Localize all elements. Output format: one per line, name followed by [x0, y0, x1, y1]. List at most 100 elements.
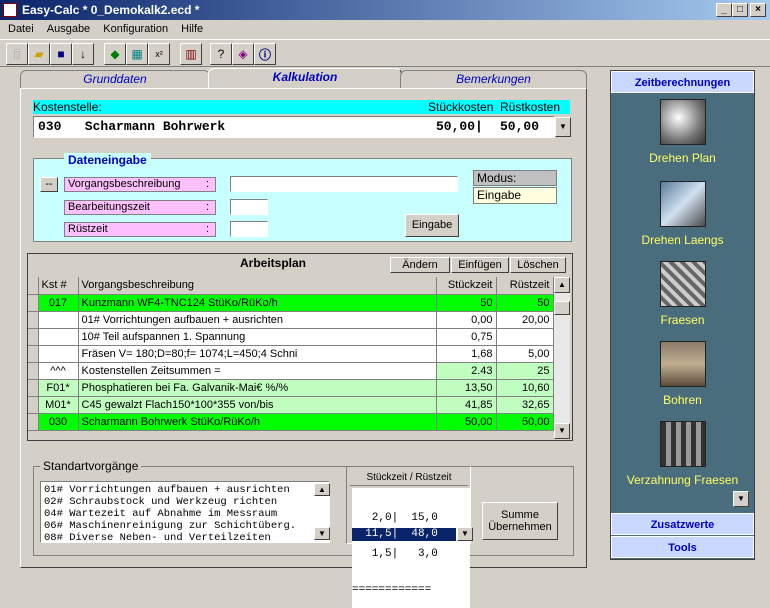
bearbeitungszeit-label: Bearbeitungszeit:: [64, 200, 216, 215]
bearbeitungszeit-input[interactable]: [230, 199, 268, 215]
list-item[interactable]: 02# Schraubstock und Werkzeug richten: [44, 496, 309, 508]
eingabe-button[interactable]: Eingabe: [405, 214, 459, 237]
standard-list[interactable]: 01# Vorrichtungen aufbauen + ausrichten …: [40, 481, 330, 543]
cell-ruestzeit: 25: [496, 362, 554, 380]
tab-kalkulation[interactable]: Kalkulation: [208, 68, 402, 89]
header-stueckzeit: Stückzeit: [436, 277, 497, 295]
sidebar-scroll-down-icon[interactable]: ▼: [733, 491, 749, 507]
close-button[interactable]: ×: [750, 3, 766, 17]
standard-scroll-up-icon[interactable]: ▲: [314, 483, 330, 496]
minimize-button[interactable]: _: [716, 3, 732, 17]
drill-icon: [659, 341, 706, 387]
vorgangsbeschreibung-input[interactable]: [230, 176, 458, 192]
einfuegen-button[interactable]: Einfügen: [451, 257, 509, 273]
scroll-down-icon[interactable]: ▼: [554, 423, 570, 439]
table-row[interactable]: F01* Phosphatieren bei Fa. Galvanik-Mai€ …: [28, 379, 554, 397]
formula-icon[interactable]: x²: [148, 43, 170, 65]
app-icon: [3, 3, 17, 17]
cell-vorgang: Kostenstellen Zeitsummen =: [78, 362, 437, 380]
summe-uebernehmen-button[interactable]: Summe Übernehmen: [482, 502, 558, 540]
save-icon[interactable]: ■: [50, 43, 72, 65]
table-row[interactable]: Fräsen V= 180;D=80;f= 1074;L=450;4 Schni…: [28, 345, 554, 363]
standard-title: Standartvorgänge: [40, 459, 142, 473]
cell-ruestzeit: 50: [496, 294, 554, 312]
maximize-button[interactable]: □: [732, 3, 748, 17]
import-icon[interactable]: ↓: [72, 43, 94, 65]
menu-hilfe[interactable]: Hilfe: [181, 23, 203, 35]
info-icon[interactable]: ⓘ: [254, 43, 276, 65]
menu-konfiguration[interactable]: Konfiguration: [103, 23, 168, 35]
table-row[interactable]: ^^^ Kostenstellen Zeitsummen = 2.43 25: [28, 362, 554, 380]
zeiten-dropdown-icon[interactable]: ▼: [457, 527, 473, 541]
cell-vorgang: 01# Vorrichtungen aufbauen + ausrichten: [78, 311, 437, 329]
zeiten-header: Stückzeit / Rüstzeit: [350, 472, 468, 486]
tab-bemerkungen[interactable]: Bemerkungen: [400, 70, 587, 88]
table-row[interactable]: 017 Kunzmann WF4-TNC124 StüKo/RüKo/h 50 50: [28, 294, 554, 312]
cube-icon[interactable]: ◆: [104, 43, 126, 65]
row-marker: [28, 413, 39, 431]
table-row[interactable]: M01* C45 gewalzt Flach150*100*355 von/bis…: [28, 396, 554, 414]
row-marker: [28, 362, 39, 380]
milling-cutter-icon: [659, 261, 706, 307]
table-row[interactable]: 10# Teil aufspannen 1. Spannung 0,75: [28, 328, 554, 346]
header-ruestzeit: Rüstzeit: [496, 277, 554, 295]
zeiten-selected[interactable]: 11,5| 48,0: [352, 528, 456, 541]
book-icon[interactable]: ◈: [232, 43, 254, 65]
scroll-thumb[interactable]: [554, 301, 570, 315]
row-marker: [28, 328, 39, 346]
chevron-down-icon[interactable]: ▼: [555, 117, 571, 137]
drehen-plan-item[interactable]: Drehen Plan: [611, 99, 754, 165]
table-row[interactable]: 01# Vorrichtungen aufbauen + ausrichten 0…: [28, 311, 554, 329]
arbeitsplan-scrollbar[interactable]: ▲ ▼: [554, 277, 570, 439]
ruestzeit-input[interactable]: [230, 221, 268, 237]
zeiten-line: 1,5| 3,0: [352, 548, 438, 560]
modus-label: Modus:: [473, 170, 557, 186]
list-item[interactable]: 04# Wartezeit auf Abnahme im Messraum: [44, 508, 309, 520]
bohren-item[interactable]: Bohren: [611, 341, 754, 407]
list-item[interactable]: 06# Maschinenreinigung zur Schichtüberg.: [44, 520, 309, 532]
zusatzwerte-button[interactable]: Zusatzwerte: [611, 513, 754, 535]
ruestkosten-value: 50,00: [500, 119, 540, 134]
dots-button[interactable]: --: [40, 177, 58, 192]
drehen-laengs-item[interactable]: Drehen Laengs: [611, 181, 754, 247]
tab-grunddaten[interactable]: Grunddaten: [20, 70, 210, 88]
stueckkosten-value: 50,00|: [436, 119, 483, 134]
zeiten-list[interactable]: 2,0| 15,0 1,5| 3,0 ============: [352, 488, 470, 608]
stueckkosten-label: Stückkosten: [428, 100, 494, 114]
kostenstelle-select[interactable]: 030 Scharmann Bohrwerk 50,00| 50,00: [33, 116, 555, 138]
chart-icon[interactable]: ▥: [180, 43, 202, 65]
open-folder-icon[interactable]: ▰: [28, 43, 50, 65]
cell-vorgang: Fräsen V= 180;D=80;f= 1074;L=450;4 Schni: [78, 345, 437, 363]
list-item[interactable]: 01# Vorrichtungen aufbauen + ausrichten: [44, 484, 309, 496]
help-icon[interactable]: ?: [210, 43, 232, 65]
aendern-button[interactable]: Ändern: [390, 257, 450, 273]
zeitberechnungen-header[interactable]: Zeitberechnungen: [611, 71, 754, 93]
cell-kst: 017: [38, 294, 79, 312]
standard-scroll-down-icon[interactable]: ▼: [314, 527, 330, 540]
title-bar: Easy-Calc * 0_Demokalk2.ecd *: [0, 0, 770, 20]
cell-kst: [38, 328, 79, 346]
zeiten-line: ============: [352, 584, 432, 596]
tools-button[interactable]: Tools: [611, 536, 754, 558]
list-item[interactable]: 08# Diverse Neben- und Verteilzeiten: [44, 532, 309, 542]
window-title: Easy-Calc * 0_Demokalk2.ecd *: [22, 3, 200, 17]
table-row[interactable]: 030 Scharmann Bohrwerk StüKo/RüKo/h 50,00 5…: [28, 413, 554, 431]
fraesen-item[interactable]: Fraesen: [611, 261, 754, 327]
lathe-icon: [659, 99, 706, 145]
menu-ausgabe[interactable]: Ausgabe: [47, 23, 90, 35]
cell-ruestzeit: 5,00: [496, 345, 554, 363]
kostenstelle-value: 030 Scharmann Bohrwerk: [38, 119, 226, 134]
new-file-icon[interactable]: ▯: [6, 43, 28, 65]
header-vorgang: Vorgangsbeschreibung: [78, 277, 437, 295]
verzahnung-fraesen-item[interactable]: Verzahnung Fraesen: [611, 421, 754, 487]
loeschen-button[interactable]: Löschen: [510, 257, 566, 273]
cell-ruestzeit: 50,00: [496, 413, 554, 431]
cell-stueckzeit: 0,75: [436, 328, 497, 346]
cell-kst: M01*: [38, 396, 79, 414]
cell-stueckzeit: 1,68: [436, 345, 497, 363]
calculator-icon[interactable]: ▦: [126, 43, 148, 65]
row-marker: [28, 396, 39, 414]
menu-datei[interactable]: Datei: [8, 23, 34, 35]
scroll-up-icon[interactable]: ▲: [554, 277, 570, 293]
row-marker: [28, 311, 39, 329]
